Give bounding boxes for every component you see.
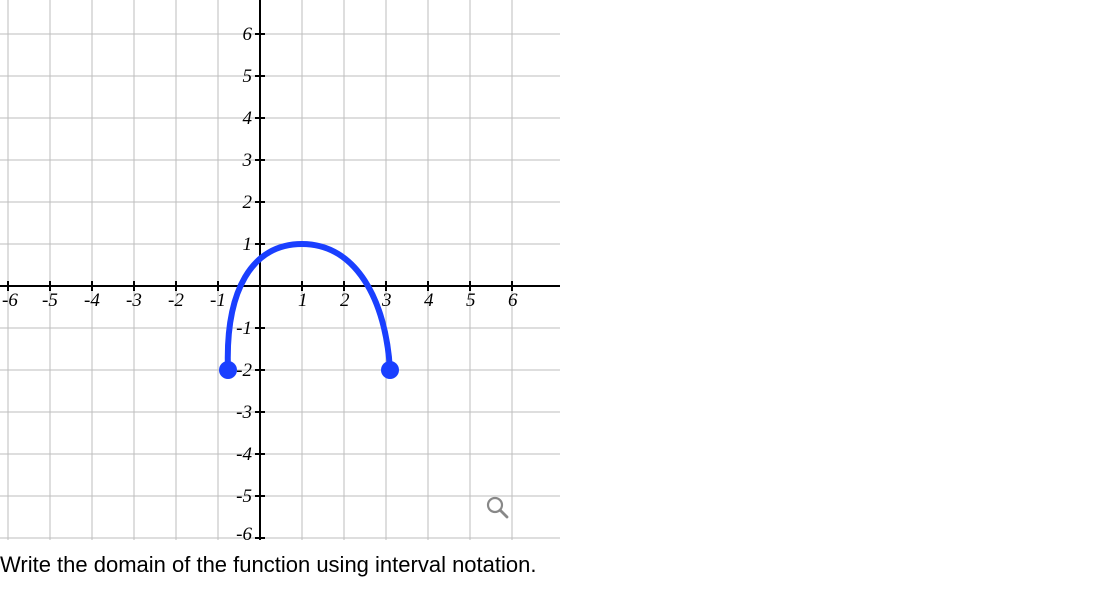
y-tick-label: -5 — [236, 486, 252, 507]
endpoint-left-closed — [219, 361, 237, 379]
y-tick-label: -4 — [236, 444, 252, 465]
x-tick-label: -2 — [168, 290, 184, 311]
page-container: -6 -5 -4 -3 -2 -1 1 2 3 4 5 6 6 5 4 3 2 … — [0, 0, 1112, 616]
y-tick-label: -6 — [236, 524, 252, 540]
x-tick-label: 5 — [466, 290, 476, 311]
y-tick-label: 4 — [243, 108, 253, 129]
x-tick-label: 4 — [424, 290, 434, 311]
coordinate-plane: -6 -5 -4 -3 -2 -1 1 2 3 4 5 6 6 5 4 3 2 … — [0, 0, 560, 540]
x-tick-label: 2 — [340, 290, 350, 311]
y-tick-label: 6 — [243, 24, 253, 45]
question-prompt: Write the domain of the function using i… — [0, 552, 536, 578]
y-tick-label: 2 — [243, 192, 253, 213]
y-tick-label: 5 — [243, 66, 253, 87]
function-curve — [228, 244, 390, 370]
x-tick-label: -4 — [84, 290, 100, 311]
x-tick-label: -5 — [42, 290, 58, 311]
x-tick-label: 3 — [381, 290, 392, 311]
x-tick-label: 6 — [508, 290, 518, 311]
y-tick-label: -1 — [236, 318, 252, 339]
endpoint-right-closed — [381, 361, 399, 379]
x-tick-label: -1 — [210, 290, 226, 311]
x-tick-label: -3 — [126, 290, 142, 311]
y-tick-label: -3 — [236, 402, 252, 423]
magnify-icon[interactable] — [485, 495, 509, 519]
x-tick-label: -6 — [2, 290, 18, 311]
x-tick-label: 1 — [298, 290, 308, 311]
y-tick-label: -2 — [236, 360, 252, 381]
y-tick-label: 1 — [243, 234, 253, 255]
y-tick-label: 3 — [242, 150, 253, 171]
